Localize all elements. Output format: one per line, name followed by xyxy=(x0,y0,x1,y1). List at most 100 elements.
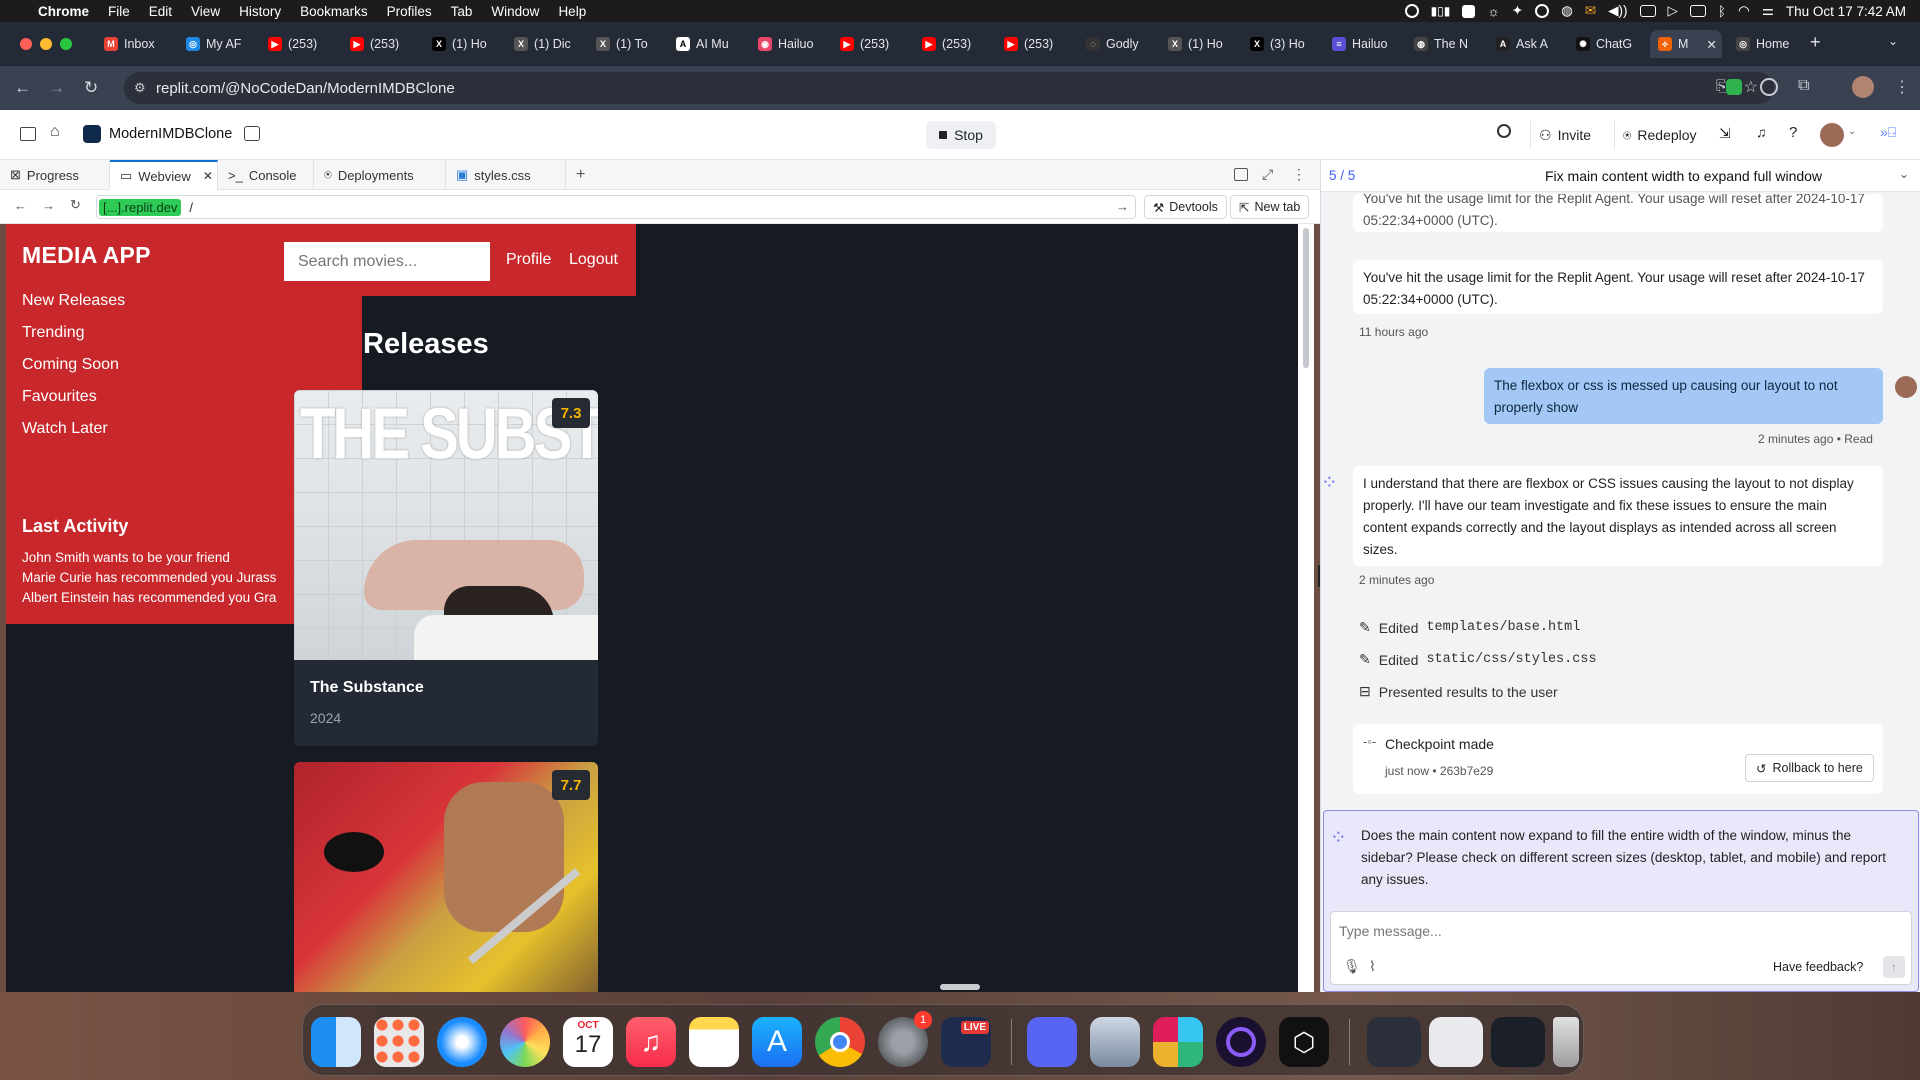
search-movies-input[interactable] xyxy=(284,242,490,281)
browser-tab[interactable]: ▶ (253) xyxy=(996,30,1072,58)
tab-search-icon[interactable]: ⌄ xyxy=(1888,34,1898,48)
project-name[interactable]: ModernIMDBClone xyxy=(109,126,232,142)
chrome-icon[interactable] xyxy=(815,1017,865,1067)
profile-link[interactable]: Profile xyxy=(506,251,551,269)
step-presented-results[interactable]: ⊟ Presented results to the user xyxy=(1359,683,1558,700)
display-icon[interactable] xyxy=(1639,5,1656,17)
redeploy-button[interactable]: ⍟ Redeploy xyxy=(1614,121,1705,149)
app-logo[interactable]: MEDIA APP xyxy=(22,242,151,269)
home-icon[interactable]: ⌂ xyxy=(50,123,60,141)
project-db-icon[interactable] xyxy=(244,126,260,141)
bookmark-star-icon[interactable]: ☆ xyxy=(1744,77,1758,97)
nav-watch-later[interactable]: Watch Later xyxy=(22,420,108,438)
safari-icon[interactable] xyxy=(437,1017,487,1067)
browser-tab[interactable]: X (1) Ho xyxy=(424,30,500,58)
music-icon[interactable]: ♫ xyxy=(626,1017,676,1067)
address-bar[interactable]: ⚙ replit.com/@NoCodeDan/ModernIMDBClone … xyxy=(124,72,1774,104)
close-tab-icon[interactable]: ✕ xyxy=(203,169,213,183)
app-store-icon[interactable]: A xyxy=(752,1017,802,1067)
rollback-button[interactable]: ↺ Rollback to here xyxy=(1745,754,1874,782)
browser-tab[interactable]: ✺ ChatG xyxy=(1568,30,1644,58)
system-settings-icon[interactable]: 1 xyxy=(878,1011,932,1067)
menu-app-name[interactable]: Chrome xyxy=(38,4,89,19)
menu-tab[interactable]: Tab xyxy=(451,4,473,19)
menu-file[interactable]: File xyxy=(108,4,130,19)
webview-resize-handle[interactable] xyxy=(940,984,980,990)
extension-icon[interactable]: ✦ xyxy=(1512,3,1523,19)
screen-mirror-icon[interactable] xyxy=(1689,5,1706,17)
browser-tab[interactable]: A AI Mu xyxy=(668,30,744,58)
tab-progress[interactable]: ⊠ Progress xyxy=(0,160,110,190)
webview-url-field[interactable]: [...].replit.dev / → xyxy=(96,195,1136,219)
devtools-button[interactable]: ⚒ Devtools xyxy=(1144,195,1227,219)
browser-tab[interactable]: ≡ Hailuo xyxy=(1324,30,1400,58)
logout-link[interactable]: Logout xyxy=(569,251,618,269)
browser-tab[interactable]: ◎ Home xyxy=(1728,30,1804,58)
notes-icon[interactable] xyxy=(689,1017,739,1067)
nav-trending[interactable]: Trending xyxy=(22,324,85,342)
browser-tab[interactable]: ▶ (253) xyxy=(832,30,908,58)
new-tab-button[interactable]: + xyxy=(1810,32,1821,53)
chevron-down-icon[interactable]: ⌄ xyxy=(1848,126,1856,137)
menu-help[interactable]: Help xyxy=(558,4,586,19)
clock-datetime[interactable]: Thu Oct 17 7:42 AM xyxy=(1786,4,1906,19)
checkpoint-counter[interactable]: 5 / 5 xyxy=(1329,168,1355,183)
send-button[interactable]: ↑ xyxy=(1883,956,1905,978)
preview-icon[interactable] xyxy=(1090,1017,1140,1067)
cursor-app-icon[interactable]: ⬡ xyxy=(1279,1017,1329,1067)
browser-tab[interactable]: A Ask A xyxy=(1488,30,1564,58)
step-edited-file[interactable]: ✎ Edited static/css/styles.css xyxy=(1359,651,1597,668)
volume-icon[interactable]: ◀)) xyxy=(1608,3,1627,19)
browser-tab[interactable]: X (1) Ho xyxy=(1160,30,1236,58)
new-tab-button-webview[interactable]: ⇱ New tab xyxy=(1230,195,1310,219)
split-view-icon[interactable] xyxy=(1234,168,1248,181)
minimized-window-thumbnail[interactable] xyxy=(1429,1017,1483,1067)
forward-icon[interactable]: → xyxy=(48,78,65,98)
webview-forward-icon[interactable]: → xyxy=(42,198,55,213)
more-options-icon[interactable]: ⋮ xyxy=(1292,166,1306,183)
browser-tab[interactable]: ◍ The N xyxy=(1406,30,1482,58)
step-edited-file[interactable]: ✎ Edited templates/base.html xyxy=(1359,619,1580,636)
play-icon[interactable]: ▷ xyxy=(1668,3,1678,19)
extensions-puzzle-icon[interactable]: ⧉ xyxy=(1798,77,1809,95)
arc-icon[interactable] xyxy=(1216,1017,1266,1067)
bluetooth-icon[interactable]: ᛒ xyxy=(1718,4,1726,19)
browser-tab[interactable]: M Inbox xyxy=(96,30,172,58)
scrollbar-thumb[interactable] xyxy=(1303,228,1309,368)
close-tab-icon[interactable]: ✕ xyxy=(1706,37,1716,52)
discord-icon[interactable] xyxy=(1027,1017,1077,1067)
menu-history[interactable]: History xyxy=(239,4,281,19)
live-app-icon[interactable]: LIVE xyxy=(941,1017,991,1067)
shazam-icon[interactable] xyxy=(1535,4,1550,18)
attach-icon[interactable]: ⌇ xyxy=(1369,958,1376,975)
browser-tab[interactable]: ▶ (253) xyxy=(914,30,990,58)
browser-tab[interactable]: ◎ My AF xyxy=(178,30,254,58)
vpn-icon[interactable]: ◍ xyxy=(1561,3,1573,19)
microphone-icon[interactable]: 🎙︎ xyxy=(1343,958,1361,975)
tab-webview[interactable]: ▭ Webview ✕ xyxy=(110,160,218,190)
menu-view[interactable]: View xyxy=(191,4,220,19)
task-title[interactable]: Fix main content width to expand full wi… xyxy=(1545,168,1822,184)
chat-panel-icon[interactable]: »⍈ xyxy=(1880,124,1896,141)
feedback-link[interactable]: Have feedback? xyxy=(1773,960,1863,974)
browser-tab[interactable]: X (3) Ho xyxy=(1242,30,1318,58)
menu-profiles[interactable]: Profiles xyxy=(387,4,432,19)
user-avatar[interactable] xyxy=(1820,123,1844,147)
tab-console[interactable]: >_ Console xyxy=(218,160,314,190)
tab-styles-css[interactable]: ▣ styles.css xyxy=(446,160,566,190)
notification-icon[interactable]: ✉ xyxy=(1585,3,1596,19)
nav-favourites[interactable]: Favourites xyxy=(22,388,97,406)
menu-window[interactable]: Window xyxy=(491,4,539,19)
minimized-window-thumbnail[interactable] xyxy=(1491,1017,1545,1067)
calendar-icon[interactable]: OCT 17 xyxy=(563,1017,613,1067)
trash-icon[interactable] xyxy=(1553,1017,1579,1067)
browser-tab[interactable]: ◌ Godly xyxy=(1078,30,1154,58)
stop-button[interactable]: Stop xyxy=(926,121,996,149)
slack-icon[interactable] xyxy=(1153,1017,1203,1067)
browser-tab[interactable]: ▶ (253) xyxy=(342,30,418,58)
webview-back-icon[interactable]: ← xyxy=(14,198,27,213)
record-icon[interactable] xyxy=(1404,4,1419,18)
back-icon[interactable]: ← xyxy=(14,78,31,98)
add-tab-icon[interactable]: + xyxy=(576,166,585,184)
zoom-window-button[interactable] xyxy=(60,38,72,50)
